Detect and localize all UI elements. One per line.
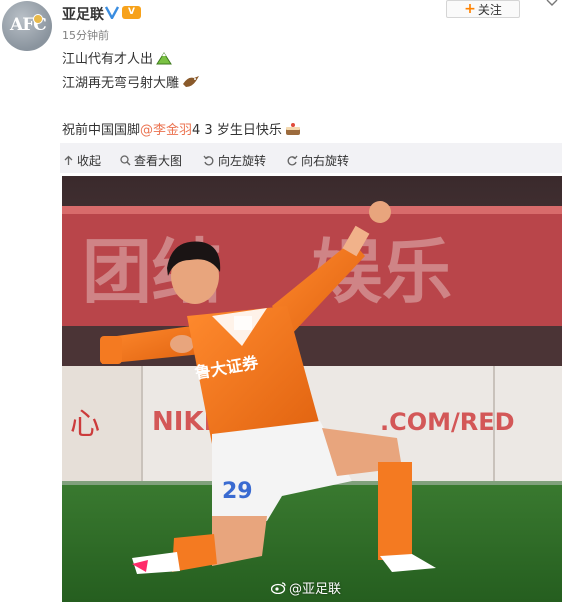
mountain-emoji-icon (156, 51, 172, 64)
vip-badge-label: V (128, 7, 135, 17)
mention-link[interactable]: @李金羽 (140, 119, 192, 138)
cake-emoji-icon (285, 122, 300, 135)
ad-board-left-text: 心 (70, 407, 100, 442)
view-large-label: 查看大图 (134, 154, 183, 168)
post-line3-suffix: 4 3 岁生日快乐 (192, 123, 282, 138)
eagle-emoji-icon (183, 75, 200, 87)
search-icon (120, 155, 131, 166)
verified-icon (105, 6, 119, 19)
rotate-left-icon (203, 155, 214, 166)
chevron-down-icon[interactable] (545, 0, 559, 10)
collapse-label: 收起 (77, 154, 102, 168)
rotate-right-label: 向右旋转 (301, 154, 350, 168)
post-text-line-1: 江山代有才人出 (62, 48, 172, 67)
post-line2-text: 江湖再无弯弓射大雕 (62, 76, 180, 91)
rotate-right-icon (287, 155, 298, 166)
post-line3-prefix: 祝前中国国脚 (62, 123, 141, 138)
author-name[interactable]: 亚足联 (62, 4, 104, 24)
post-time[interactable]: 15分钟前 (62, 27, 109, 43)
image-toolbar: 收起 查看大图 向左旋转 向右旋转 (60, 143, 562, 173)
view-large-button[interactable]: 查看大图 (120, 152, 182, 169)
rotate-left-button[interactable]: 向左旋转 (203, 152, 266, 169)
rotate-right-button[interactable]: 向右旋转 (286, 152, 349, 169)
watermark-text: @亚足联 (289, 582, 342, 597)
avatar[interactable]: AFC (2, 1, 52, 51)
vip-badge-icon: V (122, 6, 141, 19)
weibo-watermark: @亚足联 (271, 578, 341, 597)
post-photo[interactable]: 团结 娱乐 心 NIKE .COM/RED 鲁大证券 29 (62, 176, 562, 602)
collapse-arrow-icon (64, 155, 73, 165)
jersey-number-text: 29 (222, 479, 253, 504)
follow-button[interactable]: + 关注 (446, 0, 520, 18)
follow-label: 关注 (477, 2, 502, 17)
plus-icon: + (464, 1, 476, 17)
post-line1-text: 江山代有才人出 (62, 52, 154, 67)
avatar-ball-icon (33, 14, 43, 24)
post-text-line-3: 祝前中国国脚 @李金羽 4 3 岁生日快乐 (62, 119, 301, 138)
collapse-button[interactable]: 收起 (63, 152, 101, 169)
weibo-logo-icon (271, 582, 286, 594)
post-text-line-2: 江湖再无弯弓射大雕 (62, 72, 200, 91)
rotate-left-label: 向左旋转 (218, 154, 267, 168)
soccer-player-photo: 团结 娱乐 心 NIKE .COM/RED 鲁大证券 29 (62, 176, 562, 602)
